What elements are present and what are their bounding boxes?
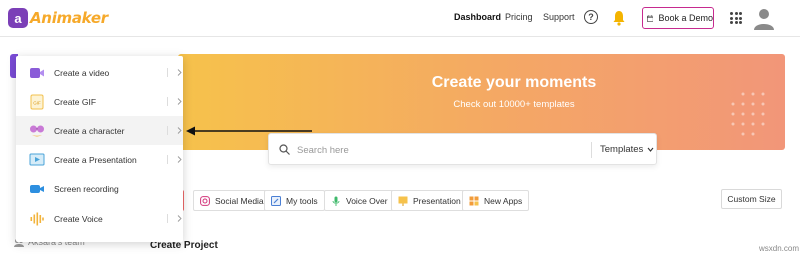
menu-item-create-character[interactable]: Create a character xyxy=(16,116,183,145)
chevron-right-icon xyxy=(177,215,182,222)
menu-item-label: Create a Presentation xyxy=(54,154,137,165)
chip-label: Social Media xyxy=(215,195,264,206)
menu-separator xyxy=(167,97,168,106)
chip-presentation[interactable]: Presentation xyxy=(391,190,468,211)
animaker-logo[interactable]: a Animaker xyxy=(8,8,108,28)
menu-separator xyxy=(167,126,168,135)
search-divider xyxy=(591,142,592,158)
menu-item-create-gif[interactable]: GIF Create GIF xyxy=(16,87,183,116)
logo-text: Animaker xyxy=(30,9,108,27)
user-avatar-icon[interactable] xyxy=(752,6,776,30)
menu-item-label: Create a character xyxy=(54,125,125,136)
custom-size-button[interactable]: Custom Size xyxy=(721,189,782,209)
logo-mark-icon: a xyxy=(8,8,28,28)
template-search-bar: Templates xyxy=(268,133,657,165)
search-icon xyxy=(279,144,290,155)
chip-label: Voice Over xyxy=(346,195,388,206)
chevron-down-icon xyxy=(647,147,654,152)
chip-social-media[interactable]: Social Media xyxy=(193,190,271,211)
chevron-right-icon xyxy=(177,156,182,163)
menu-item-create-voice[interactable]: Create Voice xyxy=(16,204,183,233)
chip-label: Presentation xyxy=(413,195,461,206)
book-demo-label: Book a Demo xyxy=(658,13,713,23)
menu-item-label: Screen recording xyxy=(54,183,119,194)
search-category-dropdown[interactable]: Templates xyxy=(600,144,654,155)
menu-item-create-video[interactable]: Create a video xyxy=(16,58,183,87)
microphone-icon xyxy=(332,196,340,206)
nav-pricing[interactable]: Pricing xyxy=(505,12,533,22)
chevron-right-icon xyxy=(177,69,182,76)
presentation-icon xyxy=(29,153,45,166)
gif-icon: GIF xyxy=(30,94,44,110)
notification-bell-icon[interactable] xyxy=(612,10,626,26)
nav-dashboard[interactable]: Dashboard xyxy=(454,12,501,22)
menu-item-label: Create GIF xyxy=(54,96,97,107)
instagram-icon xyxy=(200,195,210,206)
menu-item-create-presentation[interactable]: Create a Presentation xyxy=(16,145,183,174)
voice-wave-icon xyxy=(30,212,44,226)
help-icon[interactable]: ? xyxy=(584,10,598,24)
annotation-arrow xyxy=(186,126,312,136)
create-dropdown-menu: Create a video GIF Create GIF Create a c… xyxy=(16,56,183,242)
chip-voice-over[interactable]: Voice Over xyxy=(324,190,395,211)
top-header: a Animaker Dashboard Pricing Support ? B… xyxy=(0,0,800,37)
search-input[interactable] xyxy=(297,140,587,160)
tools-icon xyxy=(271,195,281,206)
nav-support[interactable]: Support xyxy=(543,12,575,22)
search-category-label: Templates xyxy=(600,144,644,155)
chip-label: My tools xyxy=(286,195,318,206)
menu-separator xyxy=(167,214,168,223)
watermark-text: wsxdn.com xyxy=(759,244,800,253)
apps-icon xyxy=(469,196,479,205)
calendar-icon xyxy=(647,14,654,22)
decorative-dots xyxy=(731,92,765,136)
video-camera-icon xyxy=(30,68,44,78)
banner-title: Create your moments xyxy=(431,74,597,91)
character-icon xyxy=(30,125,44,137)
banner-subtitle: Check out 10000+ templates xyxy=(453,99,575,110)
chip-new-apps[interactable]: New Apps xyxy=(462,190,530,211)
chevron-right-icon xyxy=(177,98,182,105)
menu-item-label: Create Voice xyxy=(54,213,103,224)
chip-label: New Apps xyxy=(484,195,523,206)
menu-item-screen-recording[interactable]: Screen recording xyxy=(16,174,183,203)
apps-grid-icon[interactable] xyxy=(730,12,742,24)
chevron-right-icon xyxy=(177,127,182,134)
book-demo-button[interactable]: Book a Demo xyxy=(642,7,714,29)
menu-separator xyxy=(167,68,168,77)
menu-separator xyxy=(167,155,168,164)
chip-my-tools[interactable]: My tools xyxy=(264,190,325,211)
presentation-icon xyxy=(398,196,408,206)
menu-item-label: Create a video xyxy=(54,67,110,78)
screen-recording-icon xyxy=(30,185,44,193)
svg-text:GIF: GIF xyxy=(33,101,41,106)
